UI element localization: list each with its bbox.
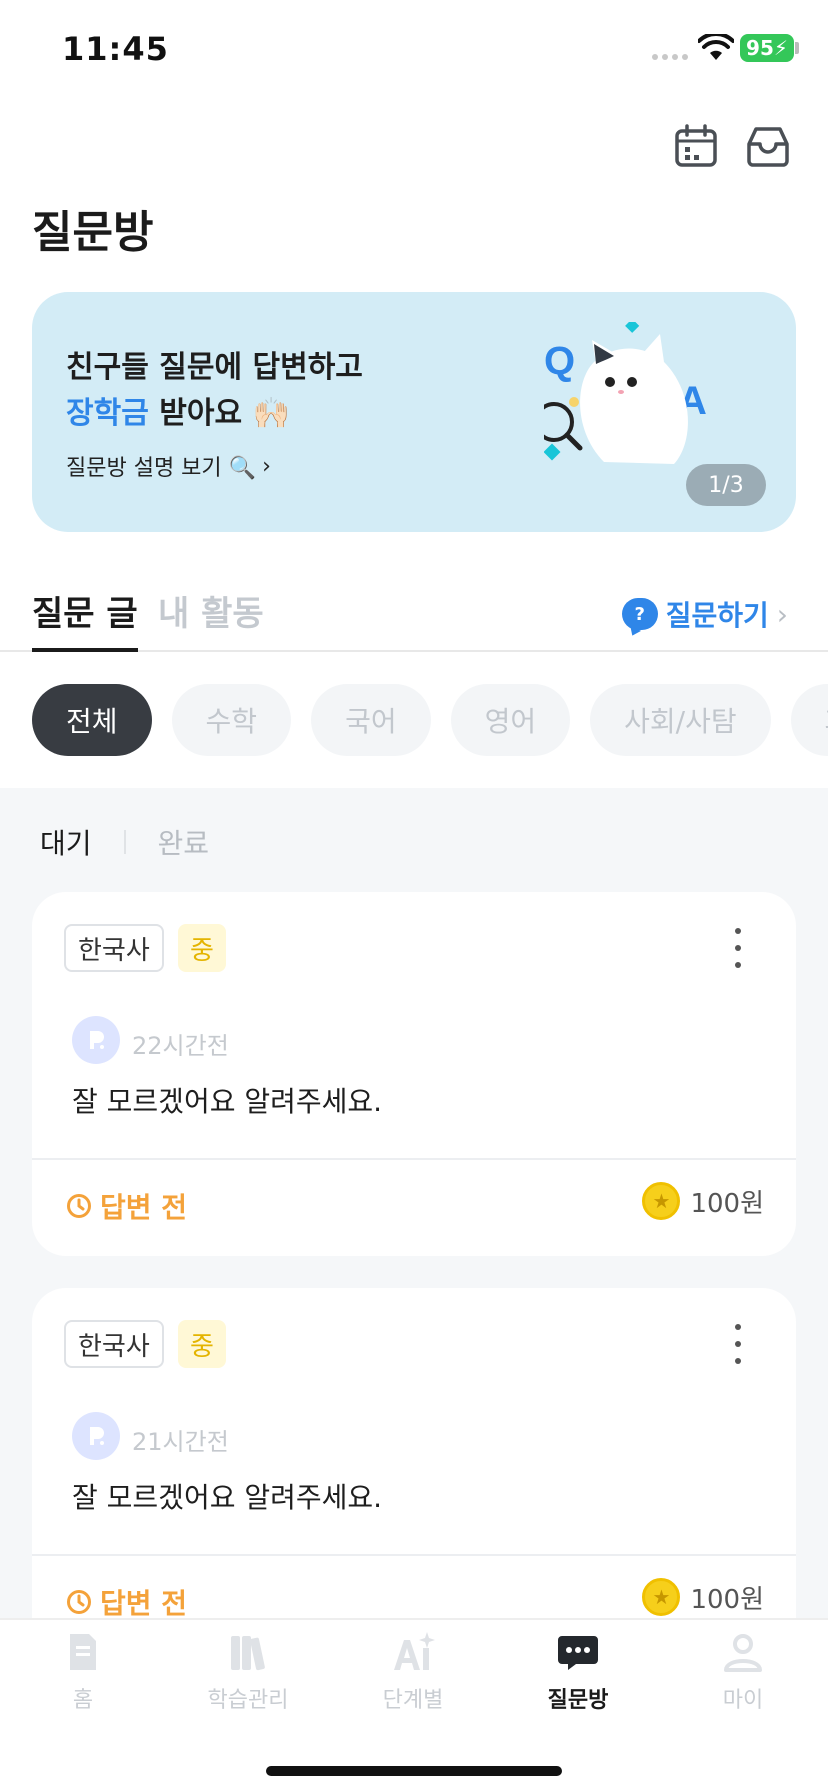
battery-level: 95: [746, 36, 774, 60]
avatar: [72, 1412, 120, 1460]
banner-headline-rest: 받아요 🙌🏻: [148, 396, 290, 431]
chip-social[interactable]: 사회/사탐: [590, 684, 771, 756]
chip-math[interactable]: 수학: [171, 684, 292, 756]
battery-nub: [795, 42, 799, 54]
nav-label-my: 마이: [722, 1688, 764, 1713]
answer-status-label: 답변 전: [100, 1191, 188, 1224]
nav-my[interactable]: 마이: [663, 1630, 823, 1730]
ask-question-button[interactable]: ? 질문하기 ›: [621, 594, 788, 634]
nav-question-room[interactable]: 질문방: [498, 1630, 658, 1730]
page-title: 질문방: [32, 207, 154, 258]
question-bubble-icon: ?: [621, 598, 658, 630]
card-divider: [32, 1158, 796, 1160]
coin-icon: ★: [642, 1182, 681, 1220]
chip-all[interactable]: 전체: [32, 684, 152, 756]
banner-art-q: Q: [544, 339, 575, 383]
ai-icon: [394, 1632, 435, 1670]
filter-divider: [123, 830, 126, 854]
nav-label-level: 단계별: [382, 1688, 444, 1713]
user-placeholder-icon: [90, 1031, 104, 1049]
question-text: 잘 모르겠어요 알려주세요.: [72, 1085, 383, 1118]
card-divider: [32, 1554, 796, 1556]
answer-status-label: 답변 전: [100, 1587, 188, 1618]
books-icon: [231, 1636, 265, 1671]
reward-amount: 100원: [690, 1188, 764, 1219]
answer-status: 답변 전: [66, 1186, 187, 1226]
home-icon: [70, 1634, 96, 1670]
answer-status: 답변 전: [66, 1582, 187, 1618]
question-text: 잘 모르겠어요 알려주세요.: [72, 1481, 383, 1514]
tab-my-activity[interactable]: 내 활동: [158, 586, 264, 650]
level-tag: 중: [178, 924, 226, 972]
reward: ★ 100원: [642, 1182, 764, 1220]
banner-headline-2: 장학금 받아요 🙌🏻: [66, 388, 290, 432]
banner-accent-text: 장학금: [66, 396, 149, 431]
post-time: 21시간전: [132, 1428, 229, 1456]
inbox-icon[interactable]: [744, 122, 792, 170]
clock-icon: [67, 1590, 91, 1614]
status-time: 11:45: [62, 30, 169, 68]
tab-bar: 질문 글 내 활동 ? 질문하기 ›: [0, 586, 828, 652]
question-card[interactable]: 한국사 중 21시간전 잘 모르겠어요 알려주세요. 답변 전 ★ 100원: [32, 1288, 796, 1618]
nav-label-study: 학습관리: [207, 1688, 289, 1713]
chip-english[interactable]: 영어: [450, 684, 571, 756]
chat-icon: [558, 1636, 598, 1670]
question-list: 대기 완료 한국사 중 22시간전 잘 모르겠어요 알려주세요. 답변 전 ★ …: [0, 788, 828, 1618]
ask-question-label: 질문하기: [665, 599, 769, 632]
more-options-icon[interactable]: [728, 1324, 748, 1364]
nav-label-question-room: 질문방: [547, 1688, 609, 1713]
nav-label-home: 홈: [72, 1688, 94, 1713]
chip-science[interactable]: 과: [790, 684, 828, 756]
clock-icon: [67, 1194, 91, 1218]
more-options-icon[interactable]: [728, 928, 748, 968]
promo-banner[interactable]: 친구들 질문에 답변하고 장학금 받아요 🙌🏻 질문방 설명 보기 🔍 › Q …: [32, 292, 796, 532]
user-placeholder-icon: [90, 1427, 104, 1445]
answer-status-filter: 대기 완료: [40, 822, 209, 862]
filter-done[interactable]: 완료: [158, 822, 210, 862]
filter-waiting[interactable]: 대기: [40, 822, 92, 862]
person-icon: [724, 1634, 762, 1672]
subject-tag: 한국사: [64, 924, 164, 972]
calendar-icon[interactable]: [672, 122, 720, 170]
banner-guide-link[interactable]: 질문방 설명 보기 🔍 ›: [66, 450, 271, 482]
chevron-right-icon: ›: [776, 597, 788, 631]
nav-study-management[interactable]: 학습관리: [168, 1630, 328, 1730]
cellular-signal-icon: [652, 54, 688, 60]
coin-icon: ★: [642, 1578, 681, 1616]
nav-home[interactable]: 홈: [3, 1630, 163, 1730]
banner-headline-1: 친구들 질문에 답변하고: [66, 350, 363, 385]
banner-pager: 1/3: [686, 464, 766, 506]
chip-korean[interactable]: 국어: [311, 684, 431, 756]
reward-amount: 100원: [690, 1584, 764, 1615]
chevron-right-icon: ›: [262, 453, 271, 479]
post-time: 22시간전: [132, 1032, 229, 1060]
wifi-icon: [698, 34, 734, 60]
reward: ★ 100원: [642, 1578, 764, 1616]
subject-tag: 한국사: [64, 1320, 164, 1368]
subject-filter-chips: 전체 수학 국어 영어 사회/사탐 과: [32, 684, 828, 756]
battery-icon: 95 ⚡: [740, 34, 794, 62]
nav-level[interactable]: 단계별: [333, 1630, 493, 1730]
level-tag: 중: [178, 1320, 226, 1368]
avatar: [72, 1016, 120, 1064]
banner-guide-label: 질문방 설명 보기 🔍: [66, 456, 257, 481]
home-indicator[interactable]: [266, 1766, 562, 1776]
status-bar: 11:45 95 ⚡: [0, 0, 828, 100]
tab-questions[interactable]: 질문 글: [32, 586, 138, 652]
question-card[interactable]: 한국사 중 22시간전 잘 모르겠어요 알려주세요. 답변 전 ★ 100원: [32, 892, 796, 1256]
